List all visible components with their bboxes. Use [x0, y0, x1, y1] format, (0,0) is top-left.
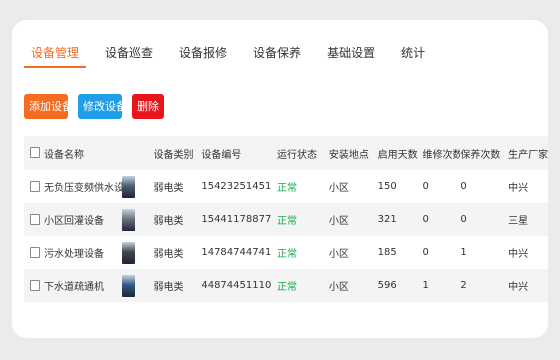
header-device-code: 设备编号 [201, 149, 242, 161]
run-status: 正常 [277, 282, 298, 293]
tab-device-inspection[interactable]: 设备巡查 [98, 44, 160, 68]
maintenance-count: 0 [460, 181, 467, 192]
install-location: 小区 [328, 216, 349, 227]
row-checkbox[interactable] [30, 213, 40, 225]
device-table: 设备名称 设备类别 设备编号 运行状态 安装地点 启用天数 维修次数 保养次数 … [24, 136, 548, 302]
edit-device-button[interactable]: 修改设备 [78, 94, 127, 119]
days-enabled: 596 [377, 280, 397, 291]
device-thumbnail [121, 274, 135, 297]
device-type: 弱电类 [153, 249, 184, 260]
table-row[interactable]: 无负压变频供水设备 弱电类 15423251451 正常 小区 150 0 0 … [24, 170, 548, 203]
device-thumbnail [121, 241, 135, 264]
days-enabled: 321 [377, 214, 397, 225]
header-manufacturer: 生产厂家 [508, 149, 548, 161]
device-name: 小区回灌设备 [43, 216, 104, 227]
header-install-location: 安装地点 [328, 149, 369, 161]
tab-device-management[interactable]: 设备管理 [24, 44, 87, 68]
table-row[interactable]: 小区回灌设备 弱电类 15441178877 正常 小区 321 0 0 三星 [24, 203, 548, 236]
install-location: 小区 [328, 249, 349, 260]
row-checkbox[interactable] [30, 180, 40, 192]
table-row[interactable]: 污水处理设备 弱电类 14784744741 正常 小区 185 0 1 中兴 [24, 236, 548, 269]
row-checkbox[interactable] [30, 246, 40, 258]
tab-bar: 设备管理 设备巡查 设备报修 设备保养 基础设置 统计 [24, 44, 444, 74]
header-days-enabled: 启用天数 [377, 149, 418, 161]
device-thumbnail [121, 208, 135, 231]
device-code: 14784744741 [201, 247, 272, 258]
device-type: 弱电类 [153, 216, 184, 227]
header-device-name: 设备名称 [43, 149, 84, 161]
row-checkbox[interactable] [30, 279, 40, 291]
device-thumbnail [121, 175, 135, 198]
select-all-checkbox[interactable] [30, 147, 40, 159]
header-repair-count: 维修次数 [422, 149, 461, 161]
install-location: 小区 [328, 282, 349, 293]
device-name: 污水处理设备 [43, 249, 104, 260]
table-row[interactable]: 下水道疏通机 弱电类 44874451110 正常 小区 596 1 2 中兴 [24, 269, 548, 302]
device-type: 弱电类 [153, 282, 184, 293]
device-name: 无负压变频供水设备 [43, 183, 122, 194]
manufacturer: 中兴 [508, 282, 529, 293]
device-code: 44874451110 [201, 280, 272, 291]
repair-count: 0 [422, 214, 429, 225]
device-code: 15441178877 [201, 214, 272, 225]
repair-count: 0 [422, 247, 429, 258]
delete-button[interactable]: 删除 [132, 94, 164, 119]
days-enabled: 185 [377, 247, 397, 258]
run-status: 正常 [277, 249, 298, 260]
maintenance-count: 0 [460, 214, 467, 225]
header-run-status: 运行状态 [277, 149, 318, 161]
install-location: 小区 [328, 183, 349, 194]
repair-count: 0 [422, 181, 429, 192]
device-panel: 设备管理 设备巡查 设备报修 设备保养 基础设置 统计 添加设备 修改设备 删除… [12, 20, 548, 338]
maintenance-count: 1 [460, 247, 467, 258]
table-header-row: 设备名称 设备类别 设备编号 运行状态 安装地点 启用天数 维修次数 保养次数 … [24, 136, 548, 170]
header-device-type: 设备类别 [153, 149, 194, 161]
days-enabled: 150 [377, 181, 397, 192]
run-status: 正常 [277, 216, 298, 227]
device-name: 下水道疏通机 [43, 282, 104, 293]
maintenance-count: 2 [460, 280, 467, 291]
manufacturer: 中兴 [508, 183, 529, 194]
tab-basic-settings[interactable]: 基础设置 [320, 44, 382, 68]
toolbar: 添加设备 修改设备 删除 [24, 94, 174, 119]
header-maintenance-count: 保养次数 [460, 149, 501, 161]
repair-count: 1 [422, 280, 429, 291]
manufacturer: 中兴 [508, 249, 529, 260]
tab-device-maintenance[interactable]: 设备保养 [246, 44, 308, 68]
add-device-button[interactable]: 添加设备 [24, 94, 73, 119]
tab-statistics[interactable]: 统计 [394, 44, 432, 68]
device-type: 弱电类 [153, 183, 184, 194]
device-code: 15423251451 [201, 181, 272, 192]
run-status: 正常 [277, 183, 298, 194]
tab-device-repair[interactable]: 设备报修 [172, 44, 234, 68]
manufacturer: 三星 [508, 216, 529, 227]
